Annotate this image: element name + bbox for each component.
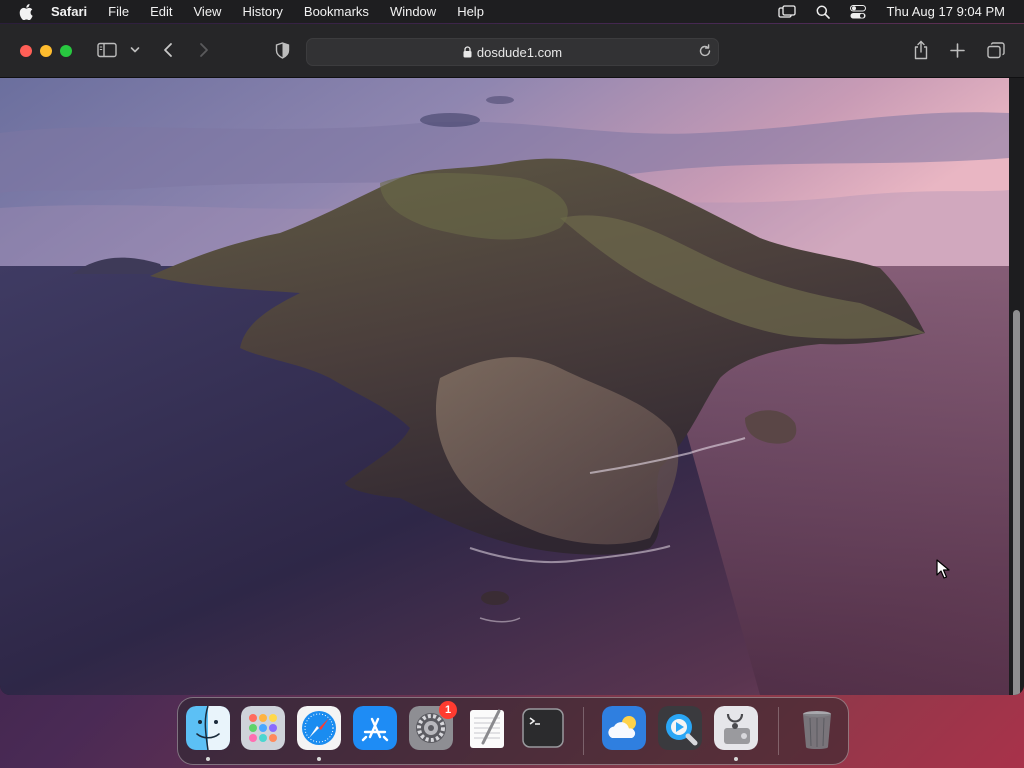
scrollbar-thumb[interactable]	[1013, 310, 1020, 695]
control-center-icon[interactable]	[850, 4, 867, 19]
dock-separator	[778, 707, 779, 755]
url-text: dosdude1.com	[476, 44, 563, 60]
dock-safari[interactable]	[297, 706, 341, 750]
trash-icon	[803, 711, 831, 749]
menu-bar: Safari File Edit View History Bookmarks …	[0, 0, 1024, 23]
screen-mirroring-icon[interactable]	[778, 4, 797, 19]
wallpaper-image	[0, 78, 1009, 695]
minimize-button[interactable]	[40, 45, 52, 57]
textedit-icon	[470, 709, 504, 748]
zoom-button[interactable]	[60, 45, 72, 57]
dock-quicktime[interactable]	[658, 706, 702, 750]
page-content[interactable]	[0, 78, 1009, 695]
menu-help[interactable]: Help	[457, 4, 484, 19]
address-bar[interactable]: dosdude1.com	[306, 38, 719, 66]
disk-utility-icon	[714, 706, 758, 750]
safari-toolbar: dosdude1.com	[0, 24, 1024, 78]
dock-finder[interactable]	[186, 706, 230, 750]
dock-textedit[interactable]	[465, 706, 509, 750]
launchpad-icon	[241, 706, 285, 750]
share-icon[interactable]	[913, 40, 929, 60]
dock-launchpad[interactable]	[241, 706, 285, 750]
finder-running-indicator	[206, 757, 210, 761]
dock-trash[interactable]	[795, 706, 839, 750]
back-icon[interactable]	[162, 42, 174, 58]
dock	[177, 697, 849, 765]
dock-app-store[interactable]	[353, 706, 397, 750]
safari-icon	[297, 706, 341, 750]
quicktime-icon	[658, 706, 702, 750]
dock-separator	[583, 707, 584, 755]
reload-icon[interactable]	[698, 44, 712, 58]
chevron-down-icon[interactable]	[130, 46, 140, 54]
dock-disk-utility[interactable]	[714, 706, 758, 750]
forward-icon[interactable]	[198, 42, 210, 58]
privacy-shield-icon[interactable]	[275, 42, 290, 59]
app-store-icon	[353, 706, 397, 750]
safari-window: dosdude1.com	[0, 24, 1024, 695]
dock-terminal[interactable]	[521, 706, 565, 750]
weather-icon	[602, 706, 646, 750]
dock-weather[interactable]	[602, 706, 646, 750]
disk-utility-running-indicator	[734, 757, 738, 761]
menu-view[interactable]: View	[194, 4, 222, 19]
menu-history[interactable]: History	[242, 4, 282, 19]
terminal-icon	[522, 708, 564, 748]
menu-bookmarks[interactable]: Bookmarks	[304, 4, 369, 19]
menu-app-name[interactable]: Safari	[51, 4, 87, 19]
close-button[interactable]	[20, 45, 32, 57]
tab-overview-icon[interactable]	[987, 42, 1005, 59]
lock-icon	[463, 46, 472, 58]
mouse-cursor-icon	[936, 559, 950, 584]
menu-edit[interactable]: Edit	[150, 4, 172, 19]
menu-window[interactable]: Window	[390, 4, 436, 19]
menu-file[interactable]: File	[108, 4, 129, 19]
notification-badge: 1	[439, 701, 457, 719]
finder-icon	[186, 706, 230, 750]
menu-clock[interactable]: Thu Aug 17 9:04 PM	[886, 4, 1005, 19]
apple-menu-icon[interactable]	[19, 3, 33, 20]
spotlight-search-icon[interactable]	[816, 5, 831, 19]
sidebar-icon[interactable]	[97, 42, 117, 58]
new-tab-icon[interactable]	[950, 43, 965, 58]
safari-running-indicator	[317, 757, 321, 761]
